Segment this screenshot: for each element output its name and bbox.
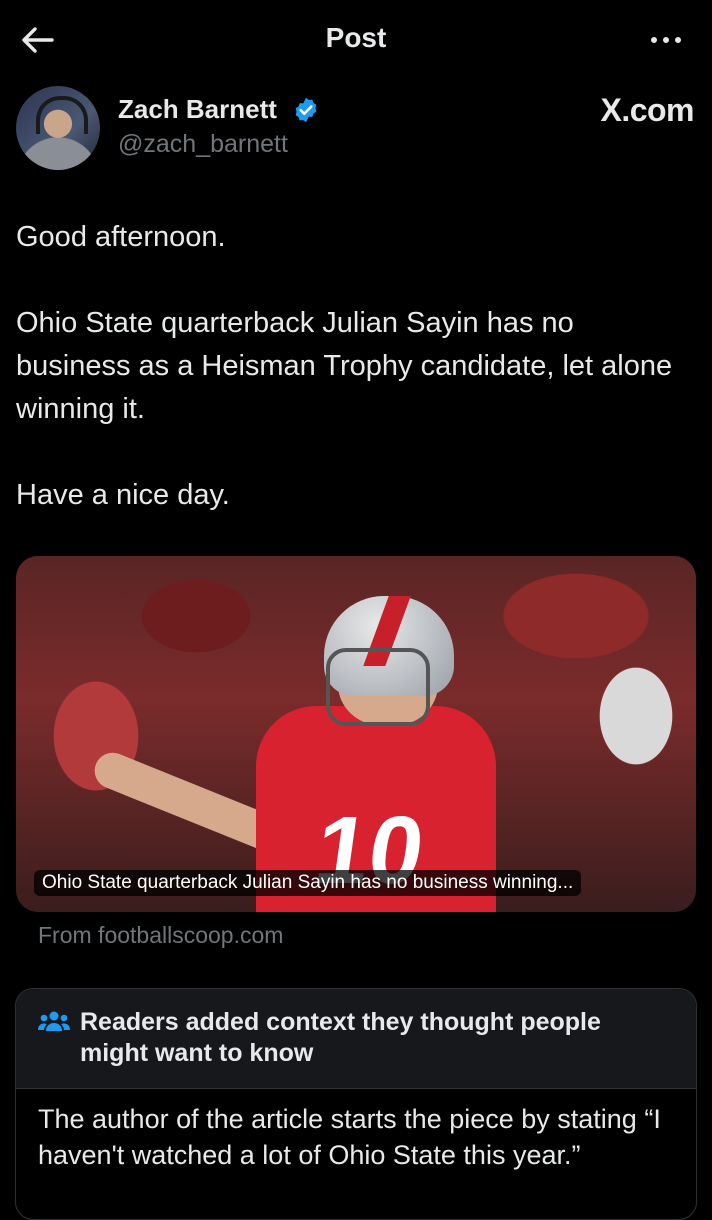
community-note-body: The author of the article starts the pie… bbox=[38, 1104, 661, 1170]
verified-badge-icon bbox=[295, 97, 317, 123]
top-bar: Post bbox=[0, 0, 712, 80]
headset-graphic bbox=[36, 96, 88, 134]
page-title: Post bbox=[325, 22, 387, 53]
more-horizontal-icon bbox=[651, 37, 657, 43]
more-dot bbox=[663, 37, 669, 43]
author-row[interactable]: Zach Barnett @zach_barnett bbox=[16, 86, 696, 176]
source-link[interactable]: From footballscoop.com bbox=[38, 922, 283, 949]
x-com-logo: X.com bbox=[600, 92, 694, 128]
post-text: Good afternoon. Ohio State quarterback J… bbox=[16, 221, 673, 511]
more-options-button[interactable] bbox=[642, 24, 690, 56]
community-note-title: Readers added context they thought peopl… bbox=[80, 1008, 601, 1067]
avatar[interactable] bbox=[16, 86, 100, 170]
author-name[interactable]: Zach Barnett bbox=[118, 94, 277, 125]
people-icon bbox=[38, 1011, 70, 1031]
facemask bbox=[326, 648, 430, 726]
media-card[interactable]: 10 Ohio State quarterback Julian Sayin h… bbox=[16, 556, 696, 912]
media-caption: Ohio State quarterback Julian Sayin has … bbox=[34, 870, 582, 896]
community-note-header: Readers added context they thought peopl… bbox=[16, 989, 696, 1089]
community-note[interactable]: Readers added context they thought peopl… bbox=[15, 988, 697, 1220]
more-dot bbox=[675, 37, 681, 43]
author-handle[interactable]: @zach_barnett bbox=[118, 130, 288, 159]
